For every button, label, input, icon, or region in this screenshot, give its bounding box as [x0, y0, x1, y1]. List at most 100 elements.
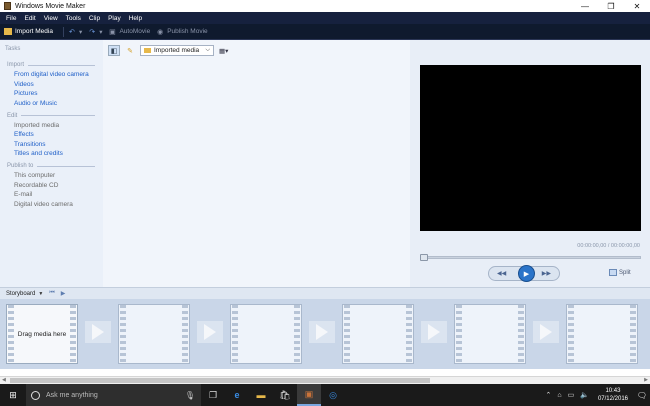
storyboard-label[interactable]: Storyboard [6, 291, 35, 297]
start-button[interactable]: ⊞ [0, 384, 26, 406]
chevron-down-icon[interactable]: ▼ [38, 291, 43, 297]
rewind-storyboard-icon[interactable]: ⏮ [49, 290, 54, 297]
next-frame-icon[interactable]: ▶▶ [542, 270, 551, 277]
minimize-button[interactable]: — [572, 0, 598, 12]
tasks-title: Tasks [5, 46, 21, 52]
task-email[interactable]: E-mail [14, 191, 103, 198]
task-transitions[interactable]: Transitions [14, 141, 103, 148]
import-media-label: Import Media [15, 28, 53, 35]
edge-button[interactable]: e [225, 384, 249, 406]
media-app-button[interactable]: ◎ [321, 384, 345, 406]
publish-movie-button[interactable]: ◉ Publish Movie [156, 28, 208, 36]
task-videos[interactable]: Videos [14, 81, 103, 88]
store-button[interactable]: 🛍 [273, 384, 297, 406]
main-toolbar: Import Media ↶ ▾ ↷ ▾ ▣ AutoMovie ◉ Publi… [0, 24, 650, 40]
clock-time: 10:43 [605, 388, 621, 394]
task-imported-media[interactable]: Imported media [14, 122, 103, 129]
menu-tools[interactable]: Tools [66, 15, 81, 22]
film-sprocket [456, 305, 462, 363]
show-tasks-button[interactable]: ◧ [108, 45, 120, 56]
drag-media-text: Drag media here [17, 330, 67, 338]
menu-view[interactable]: View [44, 15, 58, 22]
task-digital-camera[interactable]: Digital video camera [14, 201, 103, 208]
split-icon [609, 269, 617, 276]
storyboard-frame-drop-target[interactable]: Drag media here [6, 304, 78, 364]
import-section: Import From digital video camera Videos … [5, 62, 103, 107]
storyboard-frame[interactable] [230, 304, 302, 364]
undo-dropdown-icon: ▾ [78, 28, 83, 36]
scroll-left-icon[interactable]: ◀ [2, 377, 6, 383]
system-tray: ⌃ ⌂ ▭ 🔈 10:43 07/12/2016 🗨 [543, 384, 650, 406]
play-icon: ▶ [523, 270, 530, 278]
play-storyboard-icon[interactable]: ▶ [61, 290, 66, 297]
movie-maker-taskbar-button[interactable]: ▣ [297, 384, 321, 406]
close-button[interactable]: ✕ [624, 0, 650, 12]
scroll-thumb[interactable] [10, 378, 430, 383]
menu-help[interactable]: Help [129, 15, 142, 22]
undo-button[interactable]: ↶ ▾ [68, 28, 82, 36]
task-recordable-cd[interactable]: Recordable CD [14, 182, 103, 189]
timecode: 00:00:00,00 / 00:00:00,00 [577, 243, 640, 249]
play-button[interactable]: ▶ [518, 265, 535, 282]
windows-logo-icon: ⊞ [9, 389, 17, 400]
seek-thumb[interactable] [420, 254, 428, 261]
import-media-button[interactable]: Import Media [4, 28, 53, 35]
transition-arrow-icon [540, 324, 552, 340]
task-effects[interactable]: Effects [14, 131, 103, 138]
collection-pane: ◧ ✎ Imported media ⌵ ▦▾ [103, 40, 410, 287]
redo-dropdown-icon: ▾ [99, 28, 103, 36]
chevron-up-icon[interactable]: ⌃ [546, 391, 552, 399]
notification-icon[interactable]: 🗨 [634, 384, 650, 406]
network-icon[interactable]: ⌂ [557, 392, 561, 399]
menu-play[interactable]: Play [108, 15, 121, 22]
restore-button[interactable]: ❐ [598, 0, 624, 12]
media-app-icon: ◎ [329, 389, 337, 400]
split-button[interactable]: Split [609, 269, 631, 276]
task-view-button[interactable]: ❐ [201, 384, 225, 406]
task-this-computer[interactable]: This computer [14, 172, 103, 179]
menu-file[interactable]: File [6, 15, 16, 22]
battery-icon[interactable]: ▭ [568, 391, 575, 399]
collection-select[interactable]: Imported media ⌵ [140, 45, 214, 56]
publish-icon: ◉ [157, 28, 164, 36]
task-from-camera[interactable]: From digital video camera [14, 71, 103, 78]
file-explorer-button[interactable]: ▬ [249, 384, 273, 406]
redo-icon: ↷ [89, 28, 96, 36]
film-sprocket [120, 305, 126, 363]
scroll-right-icon[interactable]: ▶ [644, 377, 648, 383]
task-titles-credits[interactable]: Titles and credits [14, 150, 103, 157]
menu-clip[interactable]: Clip [89, 15, 100, 22]
transition-slot[interactable] [309, 321, 335, 343]
automovie-button[interactable]: ▣ AutoMovie [108, 28, 150, 36]
store-icon: 🛍 [279, 389, 291, 400]
microphone-icon[interactable]: 🎙 [185, 391, 195, 400]
taskbar-search[interactable]: Ask me anything 🎙 [26, 384, 201, 406]
transition-slot[interactable] [533, 321, 559, 343]
panel-icon: ◧ [110, 47, 118, 55]
storyboard-frame[interactable] [566, 304, 638, 364]
transition-slot[interactable] [197, 321, 223, 343]
seek-bar[interactable] [420, 254, 641, 261]
redo-button[interactable]: ↷ ▾ [88, 28, 102, 36]
menu-edit[interactable]: Edit [24, 15, 35, 22]
transition-slot[interactable] [421, 321, 447, 343]
toolbar-separator [62, 26, 64, 37]
horizontal-scrollbar[interactable]: ◀ ▶ [0, 376, 650, 384]
film-sprocket [8, 305, 14, 363]
clock[interactable]: 10:43 07/12/2016 [598, 387, 628, 403]
volume-icon[interactable]: 🔈 [580, 391, 589, 399]
collections-icon: ✎ [127, 47, 133, 55]
task-pictures[interactable]: Pictures [14, 90, 103, 97]
window-controls: — ❐ ✕ [572, 0, 650, 12]
previous-frame-icon[interactable]: ◀◀ [497, 270, 506, 277]
edge-icon: e [234, 390, 240, 400]
preview-monitor [420, 65, 641, 231]
view-options-button[interactable]: ▦▾ [219, 47, 228, 55]
storyboard-frame[interactable] [118, 304, 190, 364]
storyboard-frame[interactable] [342, 304, 414, 364]
collections-button[interactable]: ✎ [124, 45, 136, 56]
automovie-icon: ▣ [109, 28, 116, 36]
transition-slot[interactable] [85, 321, 111, 343]
storyboard-frame[interactable] [454, 304, 526, 364]
task-audio-music[interactable]: Audio or Music [14, 100, 103, 107]
